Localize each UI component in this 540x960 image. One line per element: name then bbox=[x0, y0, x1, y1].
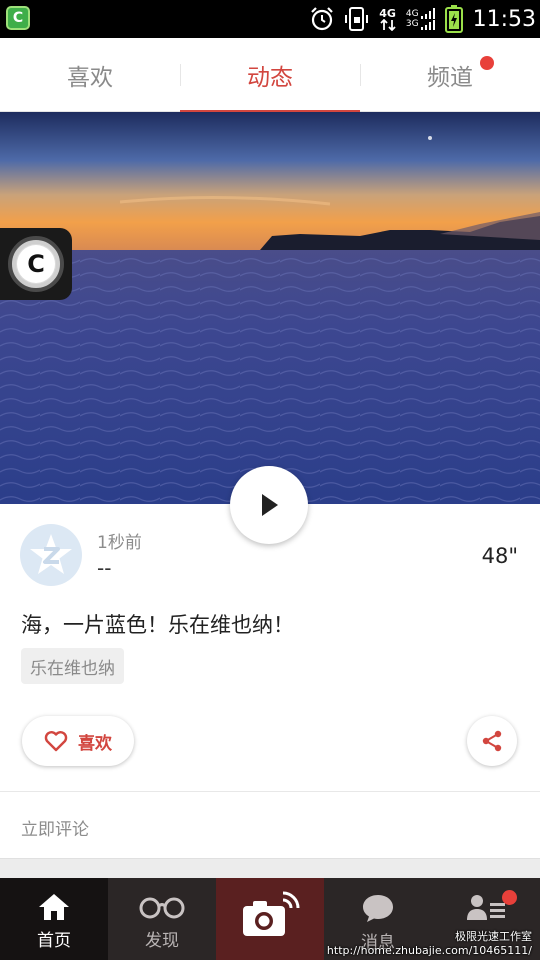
share-button[interactable] bbox=[467, 716, 517, 766]
like-button[interactable]: 喜欢 bbox=[22, 716, 134, 766]
app-shield-icon: C bbox=[6, 6, 30, 30]
contacts-icon bbox=[467, 895, 505, 920]
divider bbox=[0, 791, 540, 792]
nav-home[interactable]: 首页 bbox=[0, 878, 108, 960]
nav-discover-label: 发现 bbox=[145, 931, 179, 951]
post-caption: 海，一片蓝色！乐在维也纳！ bbox=[21, 613, 294, 637]
chat-bubble-icon bbox=[363, 895, 393, 922]
post-username[interactable]: -- bbox=[97, 556, 111, 580]
nav-camera[interactable] bbox=[216, 878, 324, 960]
play-icon bbox=[262, 494, 278, 516]
battery-icon bbox=[444, 5, 463, 33]
post-time-ago: 1秒前 bbox=[97, 533, 142, 553]
avatar[interactable] bbox=[20, 524, 82, 586]
watermark-line-2: http://home.zhubajie.com/10465111/ bbox=[326, 944, 532, 957]
home-icon bbox=[39, 894, 69, 920]
nav-discover[interactable]: 发现 bbox=[108, 878, 216, 960]
default-avatar-star-icon bbox=[30, 534, 72, 574]
video-thumbnail[interactable] bbox=[0, 112, 540, 504]
alarm-icon bbox=[309, 6, 335, 32]
floating-assistant-button[interactable]: C bbox=[0, 228, 72, 300]
vibrate-icon bbox=[345, 6, 369, 32]
tab-channels[interactable]: 频道 bbox=[360, 38, 540, 112]
heart-icon bbox=[44, 731, 68, 752]
contacts-badge bbox=[502, 890, 517, 905]
comment-prompt[interactable]: 立即评论 bbox=[21, 815, 89, 840]
bottom-nav-bar: 首页 发现 消息 极限光速工作室 http://home.zhubajie.co… bbox=[0, 878, 540, 960]
clock-time: 11:53 bbox=[472, 6, 536, 32]
nav-home-label: 首页 bbox=[37, 931, 71, 951]
camera-icon bbox=[243, 891, 300, 936]
watermark-line-1: 极限光速工作室 bbox=[455, 930, 532, 943]
tab-likes[interactable]: 喜欢 bbox=[0, 38, 180, 112]
top-tab-bar: 喜欢 动态 频道 bbox=[0, 38, 540, 113]
glasses-icon bbox=[139, 897, 185, 919]
signal-icon: 4G 3G bbox=[406, 8, 435, 30]
channels-badge bbox=[480, 56, 494, 70]
tab-feed[interactable]: 动态 bbox=[180, 38, 360, 113]
status-bar: C 4G 4G 3G 11:53 bbox=[0, 0, 540, 38]
data-arrows-icon: 4G bbox=[379, 8, 396, 31]
status-icons: 4G 4G 3G 11:53 bbox=[309, 0, 536, 38]
post-tag[interactable]: 乐在维也纳 bbox=[21, 648, 124, 684]
play-button[interactable] bbox=[230, 466, 308, 544]
watermark: 极限光速工作室 http://home.zhubajie.com/1046511… bbox=[327, 930, 532, 958]
share-icon bbox=[482, 730, 502, 752]
video-duration: 48" bbox=[481, 544, 518, 568]
like-button-label: 喜欢 bbox=[78, 733, 112, 754]
floating-button-letter: C bbox=[27, 250, 45, 278]
section-gap bbox=[0, 858, 540, 878]
